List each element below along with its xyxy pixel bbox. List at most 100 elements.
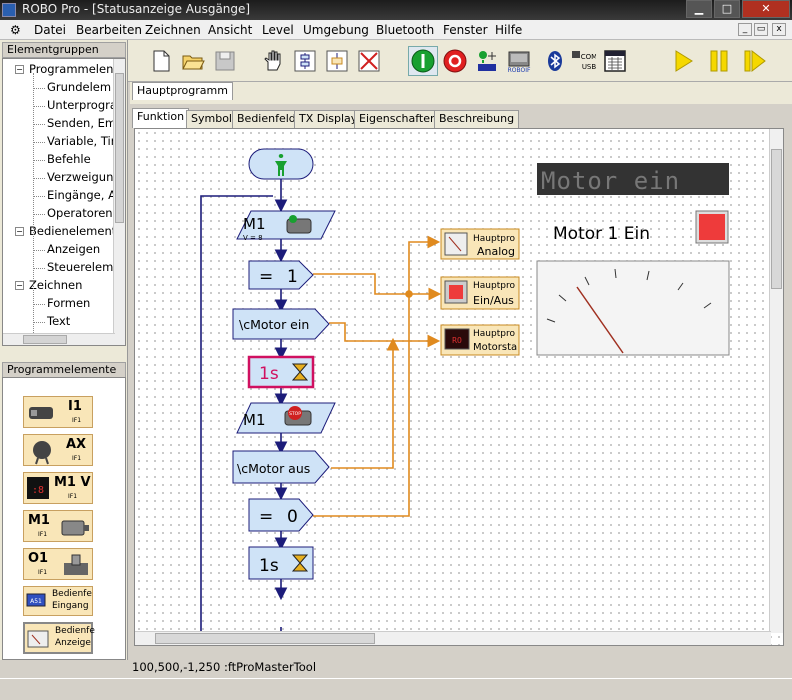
minimize-button[interactable]: ▁ <box>686 0 712 18</box>
com-usb-button[interactable]: COM USB <box>568 46 598 76</box>
mdi-minimize-button[interactable]: _ <box>738 23 752 36</box>
tree-item[interactable]: Steuerelem <box>47 260 113 274</box>
step-button[interactable] <box>740 46 770 76</box>
tree-horizontal-scrollbar[interactable] <box>3 333 115 345</box>
tree-item[interactable]: Anzeigen <box>47 242 100 256</box>
menu-bearbeiten[interactable]: Bearbeiten <box>76 23 142 37</box>
delete-button[interactable] <box>354 46 384 76</box>
tree-scroll-thumb[interactable] <box>115 73 124 223</box>
tree-expander-icon[interactable]: − <box>15 227 24 236</box>
canvas-vscroll-thumb[interactable] <box>771 149 782 289</box>
motor-block-1[interactable]: M1 V = 8 <box>236 210 336 242</box>
pause-button[interactable] <box>704 46 734 76</box>
hand-tool-button[interactable] <box>258 46 288 76</box>
tab-hauptprogramm[interactable]: Hauptprogramm <box>132 82 233 100</box>
menu-datei[interactable]: Datei <box>34 23 66 37</box>
text-display: Motor ein <box>537 163 729 195</box>
assign-block-1[interactable]: = 1 <box>248 260 314 290</box>
tab-tx-display[interactable]: TX Display <box>294 110 363 128</box>
send-message-block-1[interactable]: \cMotor ein <box>232 308 330 340</box>
element-label-2: Eingang <box>52 601 89 611</box>
start-online-icon <box>411 49 435 73</box>
panel-ref-on-off[interactable]: Hauptpro Ein/Aus <box>440 276 520 310</box>
bluetooth-button[interactable] <box>540 46 570 76</box>
send-message-block-2[interactable]: \cMotor aus <box>232 450 330 484</box>
panel-ref-motor-status[interactable]: RO Hauptpro Motorsta <box>440 324 520 356</box>
element-sub: IF1 <box>38 531 48 538</box>
element-panel-display[interactable]: Bedienfe Anzeige <box>23 622 95 654</box>
maximize-button[interactable]: □ <box>714 0 740 18</box>
tree-item[interactable]: Unterprogra <box>47 98 117 112</box>
new-button[interactable] <box>146 46 176 76</box>
tree-item[interactable]: Verzweigun <box>47 170 113 184</box>
wait-block-1[interactable]: 1s <box>247 355 315 389</box>
tree-item[interactable]: Senden, Em <box>47 116 116 130</box>
motor-block-2[interactable]: M1 STOP <box>236 402 336 434</box>
assign-block-2[interactable]: = 0 <box>248 498 314 532</box>
app-menu-icon[interactable]: ⚙ <box>10 23 21 37</box>
element-input-i1[interactable]: I1 IF1 <box>23 396 93 428</box>
close-button[interactable]: ✕ <box>742 0 790 18</box>
tree-vertical-scrollbar[interactable] <box>113 59 125 345</box>
subprogram-elements-button[interactable] <box>322 46 352 76</box>
view-tabs: Funktion Symbol Bedienfeld TX Display Ei… <box>130 108 792 128</box>
menu-hilfe[interactable]: Hilfe <box>495 23 522 37</box>
wait-block-2[interactable]: 1s <box>248 546 314 580</box>
tree-item[interactable]: Befehle <box>47 152 91 166</box>
panel-ref-analog[interactable]: Hauptpro Analog <box>440 228 520 260</box>
tree-item[interactable]: Grundelem <box>47 80 111 94</box>
tab-symbol[interactable]: Symbol <box>186 110 237 128</box>
interface-test-button[interactable] <box>600 46 630 76</box>
menu-fenster[interactable]: Fenster <box>443 23 488 37</box>
start-online-button[interactable] <box>408 46 438 76</box>
element-panel-input[interactable]: A51 Bedienfe Eingang <box>23 586 93 616</box>
open-button[interactable] <box>178 46 208 76</box>
element-motor-m1[interactable]: M1 IF1 <box>23 510 93 542</box>
canvas-horizontal-scrollbar[interactable] <box>135 631 771 645</box>
menu-ansicht[interactable]: Ansicht <box>208 23 252 37</box>
canvas-vertical-scrollbar[interactable] <box>769 129 783 633</box>
stop-button[interactable] <box>440 46 470 76</box>
tree-expander-icon[interactable]: − <box>15 65 24 74</box>
play-button[interactable] <box>668 46 698 76</box>
tree-hscroll-thumb[interactable] <box>23 335 67 344</box>
tree-item[interactable]: Operatoren <box>47 206 113 220</box>
menu-zeichnen[interactable]: Zeichnen <box>145 23 201 37</box>
tree-item[interactable]: Zeichnen <box>29 278 82 292</box>
new-icon <box>153 50 170 72</box>
download-button[interactable] <box>472 46 502 76</box>
tree-item[interactable]: Eingänge, A <box>47 188 116 202</box>
subprogram-button[interactable] <box>290 46 320 76</box>
robo-if-button[interactable]: ROBOIF <box>504 46 534 76</box>
tree-item[interactable]: Variable, Tir <box>47 134 115 148</box>
program-canvas[interactable]: M1 V = 8 = 1 \cMotor ein 1s M1 STOP \cMo… <box>134 128 784 646</box>
tree-item[interactable]: Formen <box>47 296 90 310</box>
tree-item[interactable]: Programmelen <box>29 62 113 76</box>
lamp-indicator <box>695 210 729 244</box>
menu-umgebung[interactable]: Umgebung <box>303 23 369 37</box>
mdi-close-button[interactable]: x <box>772 23 786 36</box>
tab-funktion[interactable]: Funktion <box>132 108 190 128</box>
tree-item[interactable]: Text <box>47 314 70 328</box>
menu-level[interactable]: Level <box>262 23 294 37</box>
save-button[interactable] <box>210 46 240 76</box>
tab-beschreibung[interactable]: Beschreibung <box>434 110 520 128</box>
start-block[interactable] <box>248 148 314 180</box>
tab-eigenschaften[interactable]: Eigenschaften <box>354 110 442 128</box>
menu-bar: ⚙ Datei Bearbeiten Zeichnen Ansicht Leve… <box>0 20 792 40</box>
tab-bedienfeld[interactable]: Bedienfeld <box>232 110 301 128</box>
element-label: Bedienfe <box>55 626 95 636</box>
tree-item[interactable]: Bedienelement <box>29 224 116 238</box>
menu-bluetooth[interactable]: Bluetooth <box>376 23 434 37</box>
element-analog-ax[interactable]: AX IF1 <box>23 434 93 466</box>
canvas-hscroll-thumb[interactable] <box>155 633 375 644</box>
panel-ref-title: Hauptpro <box>473 234 515 244</box>
element-output-o1[interactable]: O1 IF1 <box>23 548 93 580</box>
save-icon <box>215 51 235 71</box>
motor-speed-label: V = 8 <box>243 234 263 242</box>
mdi-restore-button[interactable]: ▭ <box>754 23 768 36</box>
delete-icon <box>358 50 380 72</box>
element-display-m1v[interactable]: :8 M1 V IF1 <box>23 472 93 504</box>
tree-connector <box>33 196 45 197</box>
tree-expander-icon[interactable]: − <box>15 281 24 290</box>
